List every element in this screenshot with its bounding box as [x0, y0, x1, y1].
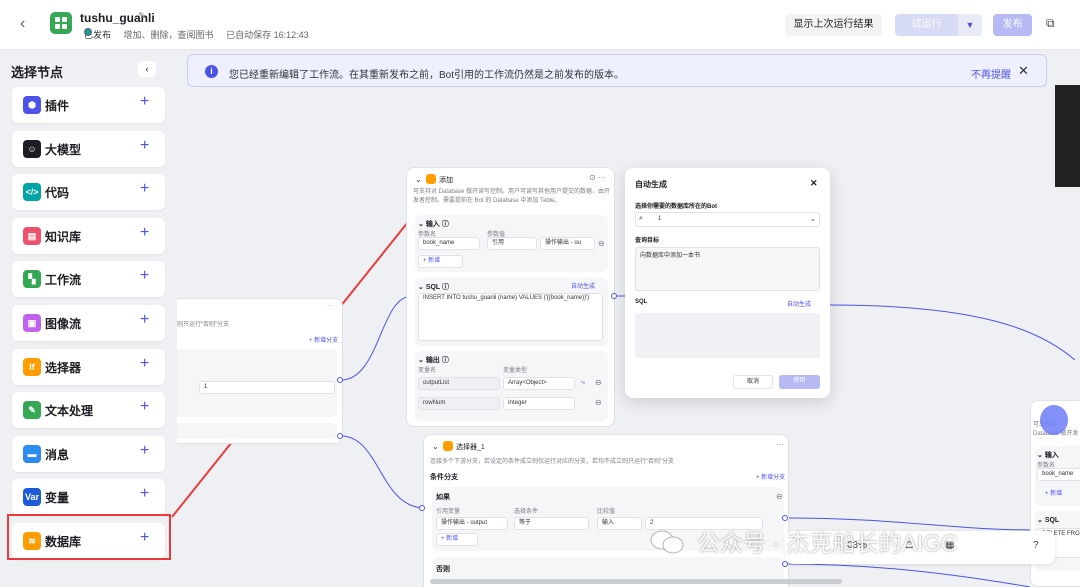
- else-label: 否则: [436, 566, 450, 573]
- sql-editor[interactable]: INSERT INTO tushu_guanli (name) VALUES (…: [418, 293, 603, 341]
- output-section: ⌄ 输出 ⓘ 变量名 变量类型 outputList Array<Object>…: [415, 351, 608, 421]
- else-section: 否则: [432, 557, 784, 581]
- apply-button[interactable]: 使用: [779, 375, 820, 389]
- condition-branch-label: 条件分支: [430, 474, 458, 481]
- col-var-name: 变量名: [418, 368, 437, 374]
- remove-icon[interactable]: ⊖: [598, 239, 605, 248]
- port-dot[interactable]: [337, 433, 343, 439]
- port-dot[interactable]: [782, 515, 788, 521]
- port-dot[interactable]: [611, 293, 617, 299]
- output-label: 输出: [425, 357, 440, 364]
- selector-icon: [443, 441, 453, 451]
- chevron-down-icon: ⌄: [810, 216, 816, 223]
- add-branch-link[interactable]: + 新增分支: [309, 335, 338, 344]
- dialog-title: 自动生成: [635, 180, 667, 189]
- search-icon: ⌕: [639, 215, 643, 222]
- add-branch-link[interactable]: + 新增分支: [756, 472, 785, 481]
- database-icon: [426, 174, 436, 184]
- compare-type-select[interactable]: 输入: [597, 517, 642, 530]
- condition-select[interactable]: 等于: [514, 517, 589, 530]
- remove-icon[interactable]: ⊖: [595, 378, 602, 387]
- bot-select[interactable]: 1: [635, 212, 820, 227]
- output-type-select[interactable]: Integer: [503, 397, 575, 410]
- if-label: 如果: [436, 494, 450, 501]
- side-panel-edge: [1055, 85, 1080, 187]
- add-condition-button[interactable]: + 新增: [436, 533, 478, 546]
- sql-output: [635, 313, 820, 358]
- ref-variable-select[interactable]: 操作输出 - output: [436, 517, 508, 530]
- compare-value-input[interactable]: 1: [199, 381, 335, 394]
- input-label: 输入: [425, 221, 440, 228]
- add-input-button[interactable]: + 新增: [418, 255, 463, 268]
- port-dot[interactable]: [419, 505, 425, 511]
- watermark-text: 公众号 · 杰克船长的AIGC: [697, 530, 958, 556]
- database-node-desc: 可支持对 Database 做开读写控制。用户可读写其他用户提交的数据，由开发者…: [413, 189, 611, 204]
- selector-node-title: 选择器_1: [456, 444, 485, 451]
- database-node-card[interactable]: ⌄ 添加 ⊙ ··· 可支持对 Database 做开读写控制。用户可读写其他用…: [406, 167, 615, 427]
- selector-node-desc: 连接多个下游分支，若设定的条件成立则仅运行对应的分支，若均不成立则只运行“否则”…: [430, 459, 674, 465]
- param-name-input[interactable]: book_name: [1037, 468, 1080, 481]
- input-label: 输入: [1044, 452, 1059, 459]
- col-compare: 比较值: [597, 509, 616, 515]
- auto-generate-link[interactable]: 自动生成: [787, 299, 811, 308]
- database-node-title: 添加: [439, 177, 453, 184]
- output-name-field[interactable]: rowNum: [418, 397, 500, 410]
- ref-select[interactable]: 引用: [487, 237, 537, 250]
- selector-node-card[interactable]: ⌄ 选择器_1 ··· 连接多个下游分支，若设定的条件成立则仅运行对应的分支，若…: [423, 434, 789, 587]
- avatar[interactable]: [1040, 405, 1068, 435]
- cancel-button[interactable]: 取消: [733, 375, 773, 389]
- add-input-button[interactable]: + 新增: [1045, 488, 1062, 497]
- ref-source-select[interactable]: 操作输出 - ou: [540, 237, 595, 250]
- query-target-input[interactable]: 向数据库中添加一本书: [635, 247, 820, 291]
- output-name-field[interactable]: outputList: [418, 377, 500, 390]
- sql-label: SQL: [635, 299, 648, 305]
- port-dot[interactable]: [337, 377, 343, 383]
- remove-icon[interactable]: ⊖: [595, 398, 602, 407]
- param-name-input[interactable]: book_name: [418, 237, 480, 250]
- col-var-type: 变量类型: [503, 368, 528, 374]
- sql-section: ⌄ SQL ⓘ 自动生成 INSERT INTO tushu_guanli (n…: [415, 278, 608, 346]
- sql-label: SQL: [1044, 517, 1060, 524]
- close-icon[interactable]: ✕: [810, 178, 818, 189]
- help-icon[interactable]: ?: [1033, 540, 1039, 551]
- wechat-icon: [650, 530, 684, 554]
- col-ref-var: 引用变量: [436, 509, 461, 515]
- auto-generate-dialog: 自动生成 ✕ 选择你需要的数据库所在的Bot 1 ⌕ ⌄ 查询目标 向数据库中添…: [625, 168, 830, 398]
- sql-label: SQL: [425, 284, 441, 291]
- query-target-label: 查询目标: [635, 238, 660, 244]
- output-type-select[interactable]: Array<Object>: [503, 377, 575, 390]
- select-bot-label: 选择你需要的数据库所在的Bot: [635, 204, 717, 210]
- input-section: ⌄ 输入 ⓘ 参数名 参数值 book_name 引用 操作输出 - ou ⊖ …: [415, 215, 608, 272]
- col-condition: 选择条件: [514, 509, 539, 515]
- horizontal-scrollbar[interactable]: [430, 579, 842, 584]
- auto-generate-link[interactable]: 自动生成: [571, 281, 595, 290]
- left-node-hint: 则只运行“否则”分支: [177, 322, 229, 328]
- left-node-card[interactable]: ··· 则只运行“否则”分支 + 新增分支 1: [177, 298, 343, 444]
